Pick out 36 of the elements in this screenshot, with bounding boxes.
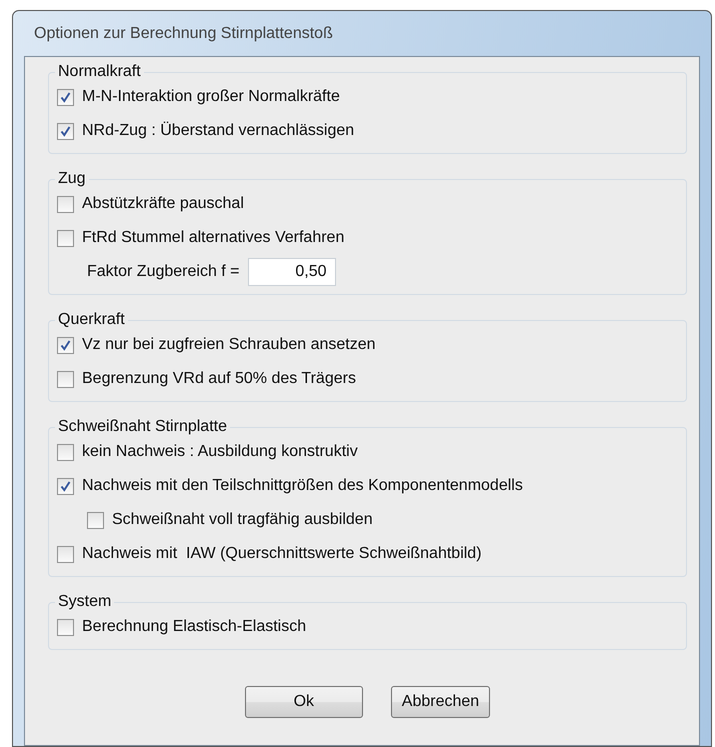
checkbox-label[interactable]: kein Nachweis : Ausbildung konstruktiv <box>82 443 358 461</box>
checkbox[interactable] <box>57 196 74 212</box>
checkbox[interactable] <box>57 478 74 494</box>
checkbox-label[interactable]: FtRd Stummel alternatives Verfahren <box>82 229 344 247</box>
checkbox[interactable] <box>57 230 74 246</box>
check-icon <box>60 480 71 492</box>
checkbox-label[interactable]: Berechnung Elastisch-Elastisch <box>82 618 306 636</box>
checkbox[interactable] <box>87 512 104 528</box>
group-title: System <box>57 593 112 611</box>
checkbox-label[interactable]: Vz nur bei zugfreien Schrauben ansetzen <box>82 336 376 354</box>
checkbox[interactable] <box>57 122 74 140</box>
checkbox[interactable] <box>57 370 74 388</box>
group-title: Querkraft <box>57 311 126 329</box>
checkbox[interactable] <box>57 444 74 460</box>
input-field[interactable]: 0,50 <box>248 258 336 286</box>
checkbox[interactable] <box>57 336 74 354</box>
checkbox[interactable] <box>57 618 74 636</box>
group-title: Normalkraft <box>57 63 142 81</box>
checkbox-label[interactable]: Nachweis mit IAW (Querschnittswerte Schweißnahtbild) <box>82 545 482 563</box>
checkbox-label[interactable]: Schweißnaht voll tragfähig ausbilden <box>112 511 373 529</box>
checkbox-label[interactable]: Abstützkräfte pauschal <box>82 195 244 213</box>
checkbox-label[interactable]: NRd-Zug : Überstand vernachlässigen <box>82 122 354 140</box>
ok-button[interactable]: Ok <box>244 686 363 718</box>
group-title: Schweißnaht Stirnplatte <box>57 418 228 436</box>
field-label: Faktor Zugbereich f = <box>87 263 240 281</box>
check-icon <box>60 92 71 102</box>
group-title: Zug <box>57 170 87 188</box>
cancel-button[interactable]: Abbrechen <box>390 686 490 718</box>
check-icon <box>60 340 71 350</box>
checkbox-label[interactable]: M-N-Interaktion großer Normalkräfte <box>82 88 340 106</box>
checkbox[interactable] <box>57 88 74 106</box>
check-icon <box>60 126 71 136</box>
checkbox-label[interactable]: Nachweis mit den Teilschnittgrößen des Komponentenmodells <box>82 477 523 495</box>
window-title: Optionen zur Berechnung Stirnplattenstoß <box>33 24 334 44</box>
checkbox-label[interactable]: Begrenzung VRd auf 50% des Trägers <box>82 370 356 388</box>
checkbox[interactable] <box>57 546 74 562</box>
